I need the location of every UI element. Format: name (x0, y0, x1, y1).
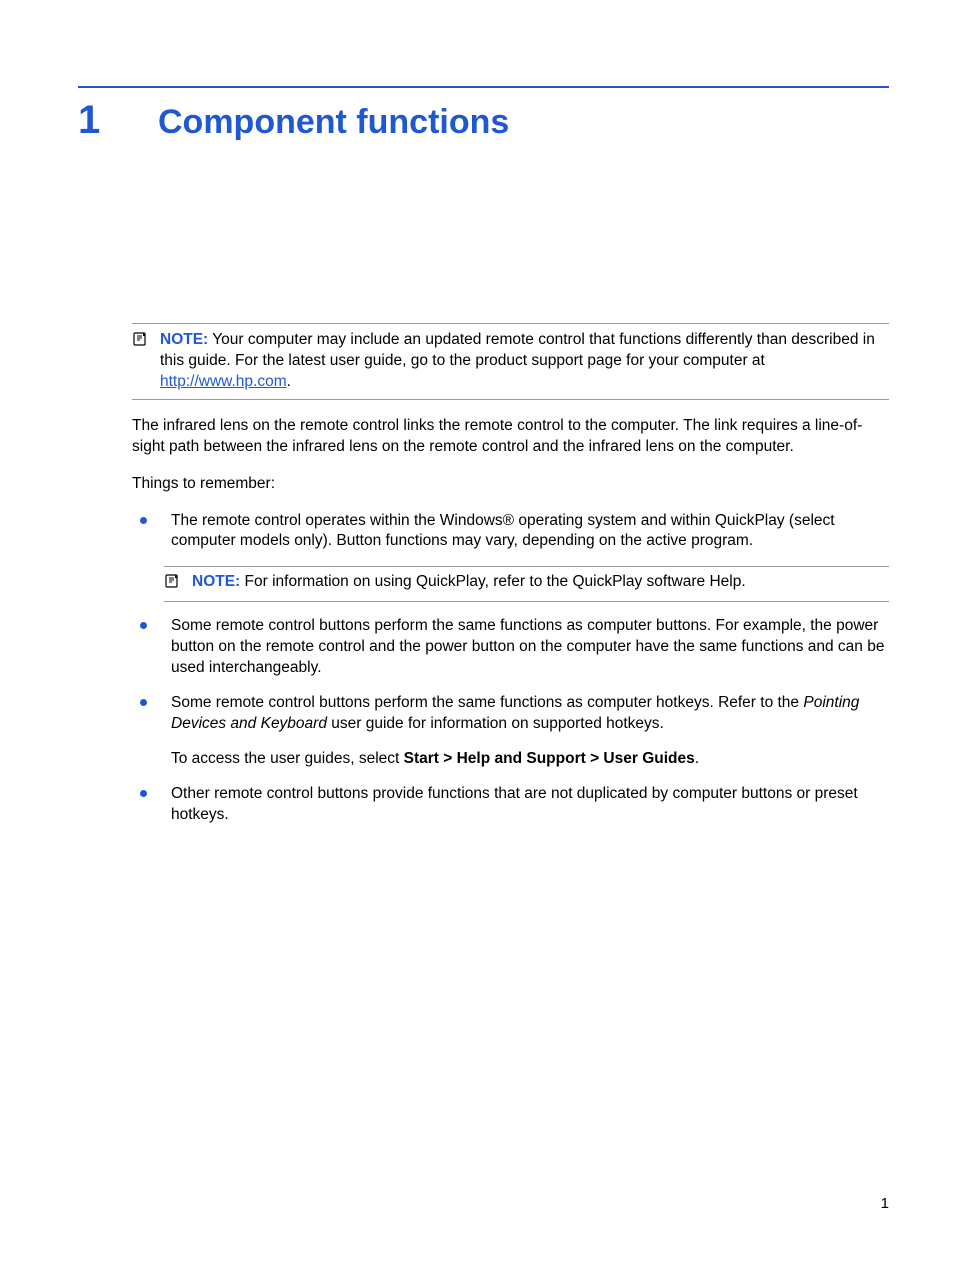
page-number: 1 (881, 1195, 889, 1212)
b3-post: user guide for information on supported … (327, 715, 664, 732)
b3-sub-pre: To access the user guides, select (171, 750, 404, 767)
bullet-list: The remote control operates within the W… (140, 511, 889, 826)
bullet-icon (140, 699, 147, 706)
nested-note-container: NOTE: For information on using QuickPlay… (164, 566, 889, 602)
b3-subpara: To access the user guides, select Start … (171, 749, 889, 770)
b3-sub-bold: Start > Help and Support > User Guides (404, 750, 695, 767)
list-item: Some remote control buttons perform the … (140, 693, 889, 770)
b3-pre: Some remote control buttons perform the … (171, 694, 803, 711)
chapter-rule (78, 86, 889, 88)
note-label: NOTE: (192, 573, 240, 590)
bullet-text: The remote control operates within the W… (171, 511, 889, 553)
bullet-icon (140, 622, 147, 629)
note-block-main: NOTE: Your computer may include an updat… (132, 323, 889, 400)
bullet-text: Some remote control buttons perform the … (171, 616, 889, 679)
list-item: Some remote control buttons perform the … (140, 616, 889, 679)
note-icon (132, 331, 156, 354)
paragraph-remember: Things to remember: (132, 474, 889, 495)
b3-sub-post: . (695, 750, 699, 767)
note-label: NOTE: (160, 331, 208, 348)
list-item: The remote control operates within the W… (140, 511, 889, 553)
chapter-header: 1 Component functions (78, 98, 889, 143)
note-text-before: Your computer may include an updated rem… (160, 331, 875, 369)
note-text: For information on using QuickPlay, refe… (245, 573, 746, 590)
bullet-icon (140, 790, 147, 797)
bullet-text: Other remote control buttons provide fun… (171, 784, 889, 826)
paragraph-infrared: The infrared lens on the remote control … (132, 416, 889, 458)
chapter-number: 1 (78, 98, 158, 143)
chapter-title: Component functions (158, 103, 509, 142)
note-body: NOTE: For information on using QuickPlay… (192, 572, 889, 593)
hp-link[interactable]: http://www.hp.com (160, 373, 287, 390)
content-body: NOTE: Your computer may include an updat… (132, 323, 889, 826)
bullet-text: Some remote control buttons perform the … (171, 693, 889, 770)
bullet-icon (140, 517, 147, 524)
note-body: NOTE: Your computer may include an updat… (160, 330, 889, 393)
note-block-nested: NOTE: For information on using QuickPlay… (164, 566, 889, 602)
list-item: Other remote control buttons provide fun… (140, 784, 889, 826)
note-text-after: . (287, 373, 291, 390)
note-icon (164, 573, 188, 596)
